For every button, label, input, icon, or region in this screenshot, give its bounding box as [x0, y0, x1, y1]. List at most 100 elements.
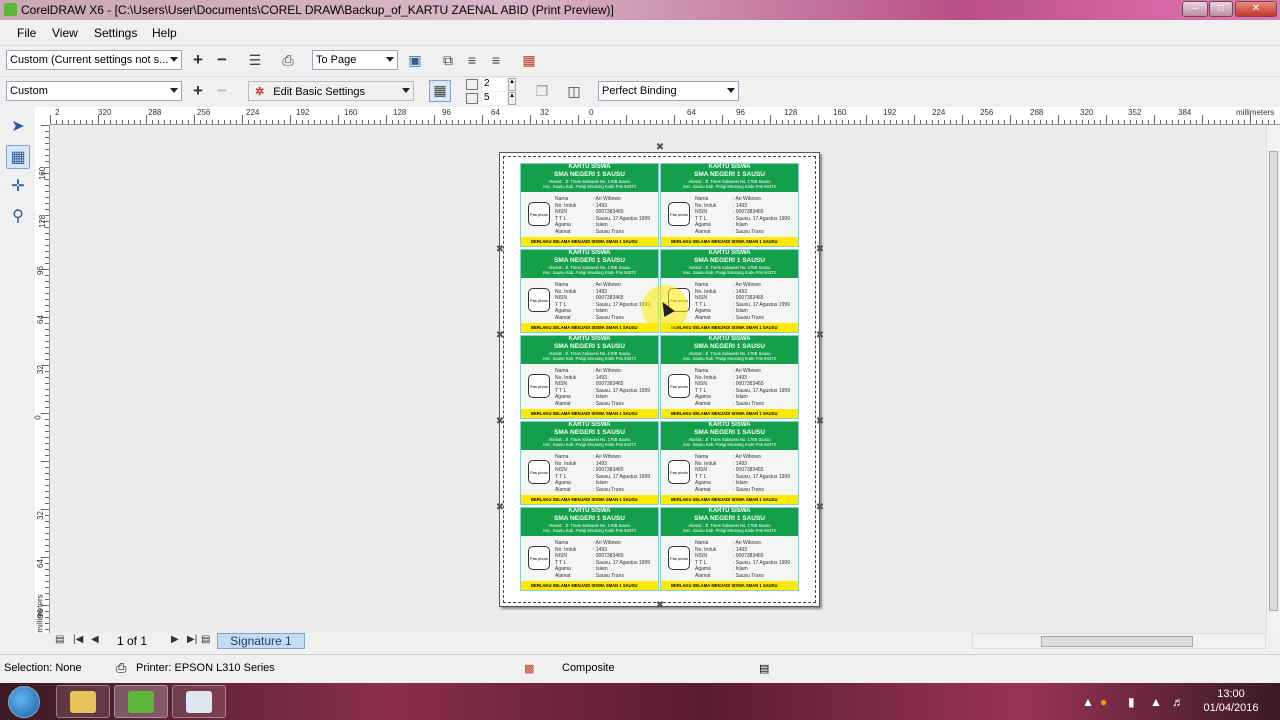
imposition-layout-value: Custom	[10, 85, 48, 97]
vertical-scroll-thumb[interactable]	[1269, 151, 1278, 611]
columns-spinner[interactable]: 2 ▲	[466, 78, 524, 91]
maximize-button[interactable]: □	[1209, 1, 1233, 17]
card-labels: Nama No. Induk NISN T T L Agama Alamat	[695, 454, 716, 494]
card-footer: BERLAKU SELAMA MENJADI SISWA SMAN 1 SAUS…	[521, 237, 658, 246]
ruler-tick-label: 96	[442, 108, 451, 117]
ruler-tick	[45, 227, 49, 228]
vertical-ruler[interactable]: 1601289664320326496millimeters	[34, 125, 50, 633]
taskbar-explorer[interactable]	[56, 685, 110, 718]
last-page-icon[interactable]: ▶|	[187, 634, 197, 645]
ruler-tick	[278, 120, 279, 124]
orientation-icon[interactable]: ◫	[565, 82, 583, 100]
imposition-layout-tool-icon[interactable]: ▦	[429, 80, 451, 102]
horizontal-scrollbar[interactable]	[972, 633, 1266, 649]
ruler-tick-label: 96	[35, 266, 45, 275]
horizontal-ruler[interactable]: 2 320 288 256 224 192 160 128 96 64 32 0 64 96 128 160 1…	[50, 107, 1280, 125]
remove-print-style-button[interactable]: −	[213, 51, 231, 69]
battery-icon[interactable]: ▮	[1128, 695, 1135, 709]
card-label: Alamat	[555, 400, 571, 407]
card-label: No. Induk	[695, 460, 717, 467]
ruler-tick	[45, 341, 49, 342]
document-info-icon[interactable]: ▤	[759, 662, 769, 675]
pick-tool-icon[interactable]: ➤	[6, 115, 30, 139]
close-button[interactable]: ✕	[1235, 1, 1277, 17]
card-school: SMA NEGERI 1 SAUSU	[554, 515, 625, 522]
print-style-select[interactable]: Custom (Current settings not s...	[6, 50, 182, 70]
card-labels: Nama No. Induk NISN T T L Agama Alamat	[555, 368, 576, 408]
print-options-icon[interactable]: ☰	[246, 51, 264, 69]
ruler-tick	[896, 120, 897, 124]
close-print-preview-icon[interactable]: ▦	[520, 51, 538, 69]
start-button[interactable]	[8, 686, 40, 718]
rows-up-down[interactable]: ▲	[508, 92, 516, 105]
first-page-icon[interactable]: |◀	[73, 634, 83, 645]
edit-settings-value: Edit Basic Settings	[273, 86, 365, 98]
add-page-after-icon[interactable]: ▤	[201, 634, 210, 645]
imposition-layout-select[interactable]: Custom	[6, 81, 182, 101]
ruler-tick	[482, 115, 483, 124]
taskbar-window[interactable]	[172, 685, 226, 718]
card-values: : Ari Wibowo: 1493: 0007383465: Sausu, 1…	[593, 368, 650, 408]
print-icon[interactable]: ⎙	[279, 51, 297, 69]
ruler-tick	[680, 120, 681, 124]
rows-spinner[interactable]: 5 ▲	[466, 92, 524, 105]
ruler-tick	[80, 120, 81, 124]
tab-signature-1[interactable]: Signature 1	[217, 633, 305, 649]
ruler-tick	[908, 120, 909, 124]
card-value: : Sausu, 17 Agustus 1999	[733, 559, 790, 566]
marks-placement-tool-icon[interactable]: ✛	[6, 175, 30, 199]
ruler-tick	[45, 479, 49, 480]
add-page-icon[interactable]: ▤	[55, 634, 64, 645]
edit-settings-select[interactable]: ✲ Edit Basic Settings	[248, 81, 414, 101]
minimize-button[interactable]: –	[1182, 1, 1208, 17]
ruler-tick	[884, 120, 885, 124]
columns-up-down[interactable]: ▲	[508, 78, 516, 91]
rows-value[interactable]: 5	[482, 92, 506, 105]
horizontal-scroll-thumb[interactable]	[1041, 636, 1193, 647]
ruler-tick-label: 160	[833, 108, 847, 117]
preview-canvas[interactable]: KARTU SISWA SMA NEGERI 1 SAUSU Alamat : Jl…	[51, 125, 1267, 633]
add-layout-button[interactable]: +	[189, 82, 207, 100]
duplex-icon[interactable]: ❐	[533, 82, 551, 100]
binding-select[interactable]: Perfect Binding	[598, 81, 739, 101]
previous-page-icon[interactable]: ◀	[91, 634, 99, 645]
volume-icon[interactable]: ♬	[1172, 695, 1184, 709]
menu-view[interactable]: View	[52, 26, 78, 40]
vertical-scrollbar[interactable]	[1266, 125, 1280, 633]
card-value: : Islam	[593, 222, 608, 229]
columns-value[interactable]: 2	[482, 78, 506, 91]
enable-color-separations-icon[interactable]: ⧉	[439, 51, 457, 69]
invert-icon[interactable]: ≡	[463, 51, 481, 69]
page-of-label: 1 of 1	[117, 634, 148, 648]
ruler-tick	[854, 120, 855, 124]
menu-file[interactable]: File	[17, 26, 36, 40]
remove-layout-button[interactable]: −	[213, 82, 231, 100]
mirror-icon[interactable]: ≡	[487, 51, 505, 69]
card-values: : Ari Wibowo: 1493: 0007383465: Sausu, 1…	[733, 196, 790, 236]
fit-mode-select[interactable]: To Page	[312, 50, 398, 70]
ruler-tick	[938, 120, 939, 124]
card-address-2: Kec. Sausu Kab. Parigi Moutong Kode Pos …	[543, 184, 636, 189]
imposition-layout-tool-icon[interactable]: ▦	[6, 145, 30, 169]
card-value: : 0007383465	[593, 553, 624, 560]
add-print-style-button[interactable]: +	[189, 51, 207, 69]
ruler-tick	[668, 120, 669, 124]
ruler-tick	[41, 461, 49, 462]
menu-help[interactable]: Help	[152, 26, 177, 40]
taskbar-clock[interactable]: 13:00 01/04/2016	[1196, 687, 1266, 715]
ruler-tick	[224, 120, 225, 124]
ruler-tick-label: 192	[883, 108, 897, 117]
card-value: : Sausu Trans	[593, 228, 624, 235]
next-page-icon[interactable]: ▶	[171, 634, 179, 645]
taskbar-coreldraw[interactable]	[114, 685, 168, 718]
menu-settings[interactable]: Settings	[94, 26, 137, 40]
ruler-tick	[230, 120, 231, 124]
card-label: Agama	[555, 394, 571, 401]
ruler-tick	[45, 335, 49, 336]
ruler-tick	[986, 120, 987, 124]
network-icon[interactable]: ▲	[1150, 695, 1162, 709]
full-screen-icon[interactable]: ▣	[406, 51, 424, 69]
tray-app-icon[interactable]: ●	[1100, 695, 1107, 709]
zoom-tool-icon[interactable]: ⚲	[6, 205, 30, 229]
show-hidden-icons[interactable]: ▲	[1082, 695, 1094, 709]
